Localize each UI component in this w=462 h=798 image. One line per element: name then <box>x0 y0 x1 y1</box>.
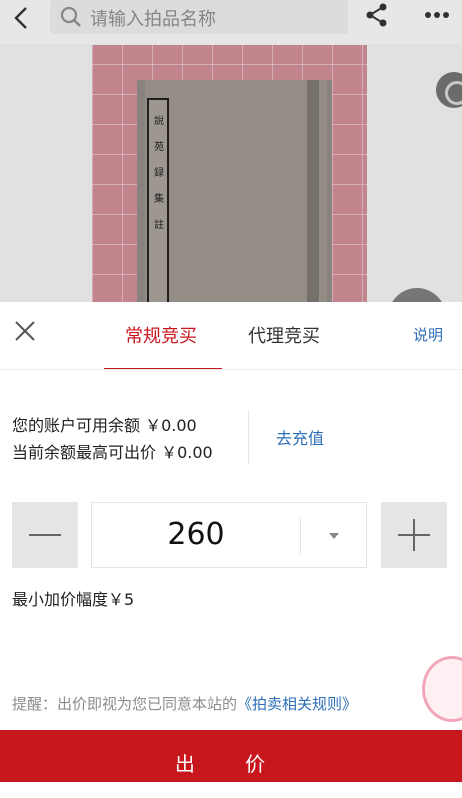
auction-rules-link[interactable]: 《拍卖相关规则》 <box>237 695 357 713</box>
explain-link[interactable]: 说明 <box>413 324 443 345</box>
tab-regular-bid[interactable]: 常规竞买 <box>125 322 197 348</box>
decrease-bid-button[interactable] <box>12 502 78 568</box>
bid-amount-field[interactable]: 260 <box>91 502 367 568</box>
dropdown-caret-icon[interactable] <box>329 533 339 539</box>
min-increment-label: 最小加价幅度￥5 <box>12 590 135 609</box>
submit-bid-button[interactable]: 出 价 <box>0 730 462 782</box>
terms-notice-text: 提醒：出价即视为您已同意本站的 <box>12 695 238 713</box>
header-divider <box>0 369 462 370</box>
tab-proxy-bid[interactable]: 代理竞买 <box>248 322 320 348</box>
increase-bid-button[interactable] <box>381 502 447 568</box>
bid-amount-value[interactable]: 260 <box>92 517 300 552</box>
customer-service-mascot-icon[interactable] <box>422 656 462 722</box>
recharge-link[interactable]: 去充值 <box>276 425 324 449</box>
terms-notice: 提醒：出价即视为您已同意本站的《拍卖相关规则》 <box>12 693 357 714</box>
balance-divider <box>248 410 249 464</box>
max-bid-balance: 当前余额最高可出价 ￥0.00 <box>12 443 213 462</box>
available-balance: 您的账户可用余额 ￥0.00 <box>12 416 197 435</box>
modal-dim-overlay <box>0 0 462 302</box>
minus-icon <box>29 534 61 536</box>
close-icon[interactable] <box>14 320 36 342</box>
product-page-background: 请输入拍品名称 說 苑 録 集 註 <box>0 0 462 302</box>
bid-sheet: 常规竞买 代理竞买 说明 您的账户可用余额 ￥0.00 当前余额最高可出价 ￥0… <box>0 302 462 782</box>
